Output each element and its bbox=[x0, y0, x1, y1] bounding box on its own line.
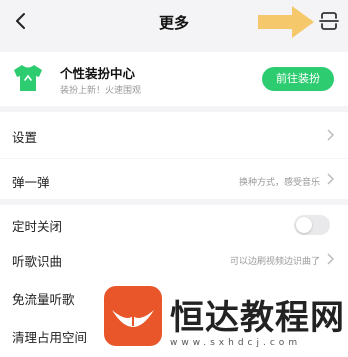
watermark-leaf-icon bbox=[112, 310, 154, 327]
song-recognition-label: 听歌识曲 bbox=[12, 254, 63, 269]
go-dressup-button[interactable]: 前往装扮 bbox=[262, 67, 334, 91]
timer-row: 定时关闭 bbox=[0, 205, 348, 245]
settings-row[interactable]: 设置 bbox=[0, 112, 348, 158]
chevron-right-icon bbox=[327, 253, 334, 265]
timer-label: 定时关闭 bbox=[12, 219, 63, 234]
chevron-right-icon bbox=[327, 173, 334, 185]
popup-label: 弹一弹 bbox=[12, 175, 50, 190]
timer-toggle[interactable] bbox=[294, 215, 330, 235]
popup-hint: 换种方式，感受音乐 bbox=[238, 178, 320, 188]
watermark-text: 恒达教程网 bbox=[170, 298, 345, 338]
free-data-label: 免流量听歌 bbox=[12, 292, 75, 307]
watermark-logo bbox=[104, 286, 162, 346]
popup-row[interactable]: 弹一弹 换种方式，感受音乐 bbox=[0, 159, 348, 199]
top-bar: 更多 bbox=[0, 0, 348, 46]
watermark-url: www.sxhdcj.com bbox=[170, 338, 302, 348]
tshirt-icon bbox=[14, 65, 42, 91]
banner-title: 个性装扮中心 bbox=[60, 66, 136, 81]
scan-icon[interactable] bbox=[318, 10, 340, 32]
song-recognition-hint: 可以边刷视频边识曲了 bbox=[229, 257, 320, 267]
settings-label: 设置 bbox=[12, 130, 38, 145]
arrow-pointer-icon bbox=[258, 6, 314, 38]
chevron-right-icon bbox=[327, 129, 334, 141]
cleanup-label: 清理占用空间 bbox=[12, 330, 88, 345]
dressup-banner: 个性装扮中心 装扮上新！火速围观 前往装扮 bbox=[0, 52, 348, 106]
banner-subtitle: 装扮上新！火速围观 bbox=[60, 86, 142, 96]
song-recognition-row[interactable]: 听歌识曲 可以边刷视频边识曲了 bbox=[0, 243, 348, 279]
